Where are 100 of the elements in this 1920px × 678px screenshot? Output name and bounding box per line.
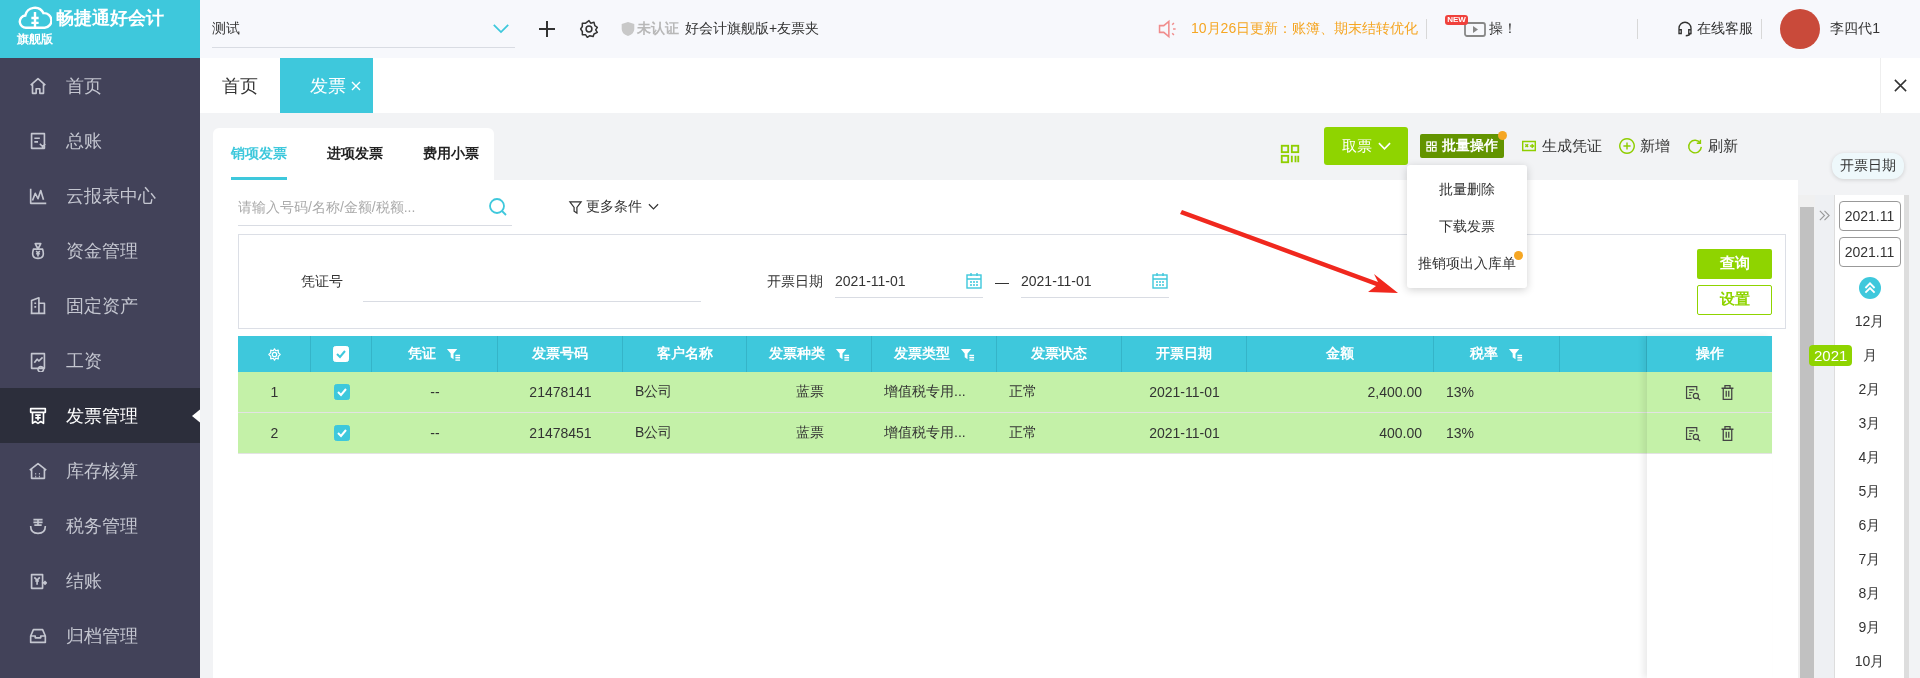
filter-icon[interactable]	[959, 346, 975, 362]
row-number: 2	[269, 424, 280, 443]
search-icon[interactable]	[488, 197, 508, 217]
toolbar-button[interactable]: 新增	[1618, 136, 1670, 156]
table-cell-text: 正常	[1008, 382, 1038, 401]
voucher-number-label: 凭证号	[301, 272, 343, 291]
month-item[interactable]: 10月	[1854, 653, 1885, 671]
calendar-icon[interactable]	[965, 272, 983, 290]
batch-operation-button[interactable]: 批量操作	[1420, 134, 1504, 158]
toolbar-button[interactable]: 生成凭证	[1520, 136, 1602, 156]
toolbar-button[interactable]: 刷新	[1686, 136, 1738, 156]
table-cell-text: 2,400.00	[1366, 383, 1423, 402]
table-cell-text: 400.00	[1378, 424, 1423, 443]
table-cell-text: B公司	[634, 423, 674, 442]
invoice-tab[interactable]: 费用小票	[423, 128, 479, 180]
user-name[interactable]: 李四代1	[1830, 20, 1880, 38]
grid-icon	[1426, 140, 1437, 152]
double-chevron-icon[interactable]	[1818, 209, 1831, 222]
period-field[interactable]: 2021.11	[1838, 201, 1901, 231]
scroll-up-icon[interactable]	[1858, 277, 1881, 299]
invoice-tab[interactable]: 进项发票	[327, 128, 383, 180]
table-cell-text: 2021-11-01	[1148, 383, 1221, 402]
month-item[interactable]: 4月	[1858, 449, 1881, 467]
column-header: 发票种类	[768, 345, 825, 363]
month-item[interactable]: 9月	[1858, 619, 1881, 637]
view-document-icon[interactable]	[1683, 424, 1701, 442]
date-field[interactable]: 2021-11-01	[835, 265, 983, 298]
scrollbar[interactable]	[1798, 195, 1815, 678]
filter-icon	[568, 199, 583, 215]
table-cell-text: --	[429, 424, 441, 443]
sidebar-item[interactable]: 结账	[0, 553, 200, 608]
sidebar-item[interactable]: 归档管理	[0, 608, 200, 663]
table-cell-text: B公司	[634, 382, 674, 401]
table-cell-text: 13%	[1445, 424, 1476, 443]
filter-icon[interactable]	[834, 346, 850, 362]
sidebar-item[interactable]: 云报表中心	[0, 168, 200, 223]
chevron-down-icon	[648, 203, 659, 211]
table-cell-text: 正常	[1008, 423, 1038, 442]
table-cell-text: --	[429, 383, 441, 402]
column-header: 发票状态	[1031, 345, 1087, 363]
table-cell-text: 21478451	[528, 424, 593, 443]
column-header: 税率	[1470, 345, 1498, 363]
month-item[interactable]: 3月	[1858, 415, 1881, 433]
pointer-icon	[192, 408, 200, 423]
month-item[interactable]: 5月	[1858, 483, 1881, 501]
table-cell-text: 13%	[1445, 383, 1476, 402]
edition-label: 旗舰版	[17, 31, 54, 48]
more-filters-button[interactable]: 更多条件	[562, 197, 665, 217]
column-header: 发票类型	[893, 345, 950, 363]
chevron-down-icon	[492, 23, 510, 34]
month-item[interactable]: 月	[1862, 347, 1877, 365]
table-cell-text: 蓝票	[794, 423, 825, 442]
period-field[interactable]: 2021.11	[1838, 237, 1901, 267]
plus-icon[interactable]	[537, 19, 557, 39]
brand-name: 畅捷通好会计	[56, 7, 164, 30]
table-cell-text: 21478141	[528, 383, 593, 402]
filter-icon[interactable]	[446, 346, 461, 362]
view-document-icon[interactable]	[1683, 383, 1701, 401]
close-icon[interactable]	[351, 80, 361, 91]
checkbox[interactable]	[333, 425, 350, 441]
page-tab[interactable]: 首页	[200, 58, 280, 113]
menu-item[interactable]: 批量删除	[1439, 180, 1495, 199]
month-item[interactable]: 7月	[1858, 551, 1881, 569]
month-item[interactable]: 8月	[1858, 585, 1881, 603]
filter-icon[interactable]	[1508, 346, 1523, 362]
checkbox[interactable]	[333, 384, 350, 400]
sidebar-item[interactable]: 首页	[0, 58, 200, 113]
settings-icon[interactable]	[579, 19, 599, 39]
sidebar-item[interactable]: 发票管理	[0, 388, 200, 443]
column-header: 客户名称	[656, 345, 713, 363]
menu-item[interactable]: 推销项出入库单	[1418, 254, 1516, 273]
sidebar-item[interactable]: 库存核算	[0, 443, 200, 498]
month-item[interactable]: 6月	[1858, 517, 1881, 535]
avatar[interactable]	[1780, 9, 1821, 49]
search-field[interactable]: 请输入号码/名称/金额/税额...	[238, 188, 512, 226]
range-separator: —	[995, 273, 1009, 290]
row-number: 1	[269, 383, 280, 402]
column-header: 开票日期	[1156, 345, 1212, 363]
table-cell-text: 2021-11-01	[1148, 424, 1221, 443]
sidebar-item[interactable]: 税务管理	[0, 498, 200, 553]
product-name: 好会计旗舰版+友票夹	[685, 20, 820, 38]
column-header: 凭证	[408, 345, 436, 363]
date-field[interactable]: 2021-11-01	[1021, 265, 1169, 298]
company-select[interactable]: 测试	[212, 10, 515, 48]
promo-text[interactable]: 操！	[1489, 20, 1518, 38]
column-header: 发票号码	[532, 345, 588, 363]
month-item[interactable]: 2月	[1858, 381, 1881, 399]
month-item[interactable]: 12月	[1854, 313, 1885, 331]
table-cell-text: 增值税专用...	[883, 382, 967, 401]
chevron-down-icon	[1377, 142, 1391, 150]
sidebar-item[interactable]: 固定资产	[0, 278, 200, 333]
sidebar-item[interactable]: 资金管理	[0, 223, 200, 278]
online-support-link[interactable]: 在线客服	[1697, 20, 1754, 38]
menu-item[interactable]: 下载发票	[1439, 217, 1495, 236]
table-cell-text: 蓝票	[794, 382, 825, 401]
calendar-icon[interactable]	[1151, 272, 1169, 290]
sidebar-item[interactable]: 工资	[0, 333, 200, 388]
qr-code-icon[interactable]	[1279, 143, 1301, 165]
sidebar-item[interactable]: 总账	[0, 113, 200, 168]
invoice-date-label: 开票日期	[767, 272, 823, 291]
